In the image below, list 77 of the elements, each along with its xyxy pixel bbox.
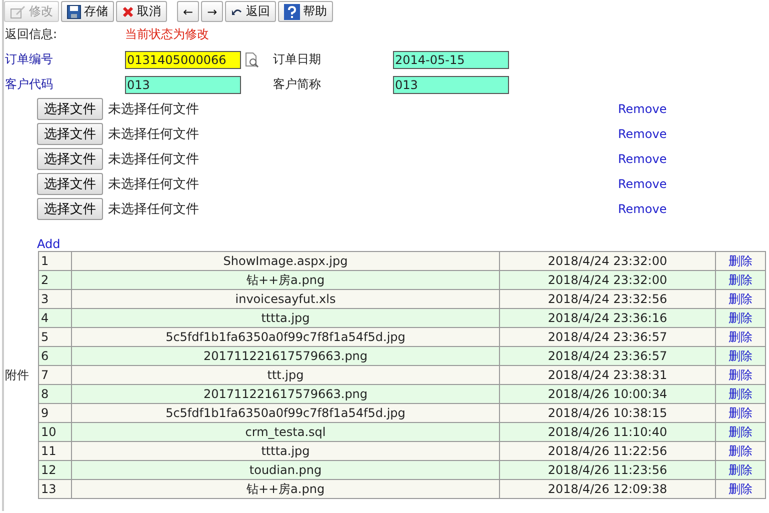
table-cell: 11 [38,442,72,460]
table-cell: 4 [38,308,72,328]
table-cell: tttta.jpg [72,442,500,460]
table-cell: 1 [38,252,72,270]
file-status: 未选择任何文件 [108,151,200,168]
file-status: 未选择任何文件 [108,176,200,193]
choose-file-button[interactable]: 选择文件 [37,198,103,220]
table-cell: ttt.jpg [72,366,500,384]
table-cell: 6 [38,346,72,366]
table-cell: ShowImage.aspx.jpg [72,252,500,270]
toolbar-button[interactable]: 存储 [61,1,114,22]
table-cell: 5 [38,328,72,346]
table-cell: tttta.jpg [72,308,500,328]
attachments-label: 附件 [4,366,30,384]
table-cell: 201711221617579663.png [72,346,500,366]
table-cell: 2018/4/24 23:32:00 [500,252,716,270]
table-cell: 2018/4/24 23:36:16 [500,308,716,328]
table-cell: 12 [38,460,72,480]
lookup-icon[interactable] [244,52,260,68]
table-cell: 钻++房a.png [72,480,500,498]
undo-arrow-icon [231,6,244,16]
table-cell: toudian.png [72,460,500,480]
toolbar-button[interactable]: ← [177,1,200,22]
remove-link[interactable]: Remove [618,152,667,166]
choose-file-button[interactable]: 选择文件 [37,98,103,120]
table-cell: 2018/4/26 11:22:56 [500,442,716,460]
table-cell: 2018/4/24 23:38:31 [500,366,716,384]
table-cell: 10 [38,422,72,442]
field-label: 订单日期 [272,51,322,68]
table-cell: 2018/4/26 11:23:56 [500,460,716,480]
table-cell: invoicesayfut.xls [72,290,500,308]
table-cell: 9 [38,404,72,422]
table-cell: 201711221617579663.png [72,384,500,404]
file-status: 未选择任何文件 [108,201,200,218]
choose-file-button[interactable]: 选择文件 [37,148,103,170]
choose-file-button[interactable]: 选择文件 [37,123,103,145]
field-link[interactable]: 客户代码 [4,76,125,93]
toolbar-button[interactable]: 帮助 [278,1,334,22]
toolbar-button[interactable]: 返回 [225,1,276,22]
field-label: 客户简称 [272,76,322,93]
file-status: 未选择任何文件 [108,101,200,118]
table-cell: 3 [38,290,72,308]
table-cell: 5c5fdf1b1fa6350a0f99c7f8f1a54f5d.jpg [72,404,500,422]
table-cell: 2018/4/26 11:10:40 [500,422,716,442]
table-cell: 2018/4/26 10:00:34 [500,384,716,404]
remove-link[interactable]: Remove [618,127,667,141]
question-mark-icon [284,4,300,20]
table-cell: 13 [38,480,72,498]
remove-link[interactable]: Remove [618,102,667,116]
table-cell: 2018/4/24 23:36:57 [500,328,716,346]
table-cell: 5c5fdf1b1fa6350a0f99c7f8f1a54f5d.jpg [72,328,500,346]
input-field[interactable]: 0131405000066 [125,50,241,68]
input-field[interactable]: 013 [125,76,241,94]
remove-link[interactable]: Remove [618,177,667,191]
toolbar-button[interactable]: → [201,1,224,22]
remove-link[interactable]: Remove [618,202,667,216]
table-cell: 8 [38,384,72,404]
table-cell: 钻++房a.png [72,270,500,290]
field-link[interactable]: 订单编号 [4,51,125,68]
choose-file-button[interactable]: 选择文件 [37,173,103,195]
toolbar-button[interactable]: 取消 [116,1,167,22]
table-cell: 2018/4/26 12:09:38 [500,480,716,498]
add-link[interactable]: Add [37,238,60,250]
file-status: 未选择任何文件 [108,126,200,143]
table-cell: 2018/4/24 23:32:56 [500,290,716,308]
table-cell: 2018/4/24 23:36:57 [500,346,716,366]
table-cell: 2018/4/24 23:32:00 [500,270,716,290]
table-cell: crm_testa.sql [72,422,500,442]
edit-icon [10,4,26,18]
table-cell: 2018/4/26 10:38:15 [500,404,716,422]
input-field[interactable]: 013 [393,76,509,94]
cross-icon [122,6,134,18]
field-label: 返回信息: [4,26,58,43]
status-message: 当前状态为修改 [125,26,209,43]
input-field[interactable]: 2014-05-15 [393,50,509,68]
table-cell: 2 [38,270,72,290]
table-cell: 7 [38,366,72,384]
